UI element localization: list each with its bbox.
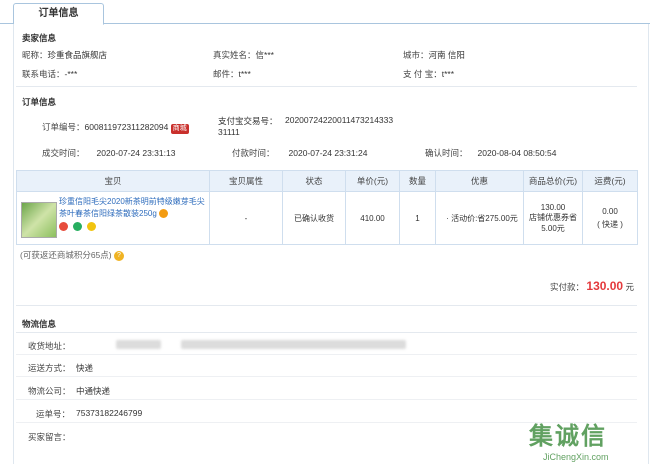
table-row: 珍重信阳毛尖2020新茶明前特级嫩芽毛尖茶叶春茶信阳绿茶散装250g - 已确认… — [16, 191, 638, 245]
points-note: (可获返还商城积分65点) ? — [20, 249, 124, 261]
created-time-value: 2020-07-24 23:31:13 — [96, 148, 176, 158]
actual-payment-unit: 元 — [625, 282, 634, 292]
quality-badge-icon — [59, 222, 68, 232]
shipping-method-row: 运送方式： 快递 — [16, 355, 637, 377]
watermark: 集诚信 JiChengXin.com — [525, 414, 647, 464]
courier-label: 物流公司： — [28, 386, 71, 396]
col-header-total: 商品总价(元) — [523, 170, 583, 192]
address-label: 收货地址： — [28, 341, 71, 351]
address-blur — [181, 340, 406, 349]
qty-cell: 1 — [399, 191, 436, 245]
buyer-message-label: 买家留言： — [28, 432, 71, 442]
shipping-method-value: 快递 — [76, 363, 94, 373]
tab-bar: 订单信息 — [0, 0, 650, 25]
goods-table-header: 宝贝 宝贝属性 状态 单价(元) 数量 优惠 商品总价(元) 运费(元) — [16, 170, 638, 192]
shipping-cell: 0.00 ( 快递 ) — [582, 191, 638, 245]
confirm-time-label: 确认时间： — [425, 148, 468, 158]
col-header-shipping: 运费(元) — [582, 170, 638, 192]
order-number: 订单编号：600811972311282094 商城 — [42, 121, 189, 134]
seller-phone-label: 联系电话： — [22, 69, 65, 79]
guarantee-badge-icon — [73, 222, 83, 232]
seller-alipay-label: 支 付 宝： — [403, 69, 442, 79]
col-header-promo: 优惠 — [435, 170, 524, 192]
seller-nick-label: 昵称： — [22, 50, 48, 60]
courier-row: 物流公司： 中通快递 — [16, 378, 637, 400]
watermark-brand: 集诚信 — [529, 423, 607, 450]
divider — [16, 86, 637, 87]
order-section-title: 订单信息 — [22, 97, 57, 107]
question-icon[interactable]: ? — [114, 250, 124, 261]
courier-value: 中通快递 — [76, 386, 111, 396]
paid-time-value: 2020-07-24 23:31:24 — [288, 148, 368, 158]
col-header-status: 状态 — [282, 170, 346, 192]
created-time: 成交时间： 2020-07-24 23:31:13 — [42, 147, 175, 159]
service-badge-icon — [159, 209, 169, 219]
alipay-trade-label: 支付宝交易号： — [218, 116, 278, 126]
seller-phone-value: -*** — [64, 69, 78, 79]
seller-section-title: 卖家信息 — [22, 33, 57, 43]
alipay-trade-number-line1: 20200724220011473214333 — [285, 115, 394, 125]
confirm-time-value: 2020-08-04 08:50:54 — [477, 148, 557, 158]
address-blur — [116, 340, 161, 349]
goods-cell: 珍重信阳毛尖2020新茶明前特级嫩芽毛尖茶叶春茶信阳绿茶散装250g — [16, 191, 210, 245]
actual-payment: 实付款： 130.00 元 — [550, 279, 634, 293]
order-number-label: 订单编号： — [42, 122, 85, 132]
product-title-link[interactable]: 珍重信阳毛尖2020新茶明前特级嫩芽毛尖茶叶春茶信阳绿茶散装250g — [59, 197, 205, 218]
order-number-value: 600811972311282094 — [84, 122, 169, 132]
total-cell: 130.00 店铺优惠券省 5.00元 — [523, 191, 583, 245]
attr-cell: - — [209, 191, 283, 245]
seller-email-label: 邮件： — [213, 69, 239, 79]
confirm-time: 确认时间： 2020-08-04 08:50:54 — [425, 147, 556, 159]
address-row: 收货地址： — [16, 333, 637, 355]
waybill-label: 运单号： — [36, 409, 71, 419]
paid-time-label: 付款时间： — [232, 148, 275, 158]
seller-alipay: 支 付 宝：t*** — [403, 68, 454, 80]
coupon-label: 店铺优惠券省 — [529, 212, 577, 222]
seller-city: 城市：河南 信阳 — [403, 49, 465, 61]
col-header-attr: 宝贝属性 — [209, 170, 283, 192]
logistics-section-title: 物流信息 — [22, 319, 57, 329]
goods-info: 珍重信阳毛尖2020新茶明前特级嫩芽毛尖茶叶春茶信阳绿茶散装250g — [59, 196, 207, 232]
points-note-text: (可获返还商城积分65点) — [20, 250, 112, 260]
tab-order-info[interactable]: 订单信息 — [13, 3, 104, 25]
seller-realname-label: 真实姓名： — [213, 50, 256, 60]
seller-phone: 联系电话：-*** — [22, 68, 77, 80]
col-header-qty: 数量 — [399, 170, 436, 192]
coupon-amount: 5.00元 — [541, 223, 565, 233]
alipay-trade-number-line2: 31111 — [218, 127, 240, 137]
shipping-method-label: 运送方式： — [28, 363, 71, 373]
seller-nick-value: 珍重食品旗舰店 — [47, 50, 108, 60]
seller-city-label: 城市： — [403, 50, 429, 60]
shipping-fee: 0.00 — [602, 206, 618, 216]
seller-email: 邮件：t*** — [213, 68, 251, 80]
col-header-item: 宝贝 — [16, 170, 210, 192]
seller-realname: 真实姓名：信*** — [213, 49, 274, 61]
paid-time: 付款时间： 2020-07-24 23:31:24 — [232, 147, 367, 159]
total-amount: 130.00 — [540, 202, 566, 212]
seller-alipay-value: t*** — [441, 69, 455, 79]
divider — [16, 305, 637, 306]
seller-nick: 昵称：珍重食品旗舰店 — [22, 49, 107, 61]
gift-badge-icon — [87, 222, 97, 232]
status-cell: 已确认收货 — [282, 191, 346, 245]
watermark-site: JiChengXin.com — [543, 452, 609, 462]
seller-email-value: t*** — [238, 69, 251, 79]
shipping-method: ( 快递 ) — [597, 219, 623, 229]
waybill-value: 75373182246799 — [76, 408, 143, 418]
created-time-label: 成交时间： — [42, 148, 85, 158]
actual-payment-amount: 130.00 — [586, 279, 624, 293]
col-header-price: 单价(元) — [345, 170, 400, 192]
price-cell: 410.00 — [345, 191, 400, 245]
seller-realname-value: 信*** — [255, 50, 274, 60]
product-badges — [59, 222, 207, 232]
mall-badge: 商城 — [170, 124, 189, 134]
goods-table: 宝贝 宝贝属性 状态 单价(元) 数量 优惠 商品总价(元) 运费(元) 珍重信… — [16, 170, 638, 245]
actual-payment-label: 实付款： — [550, 282, 585, 292]
product-thumbnail[interactable] — [21, 202, 57, 238]
promo-cell: · 活动价:省275.00元 — [435, 191, 524, 245]
seller-city-value: 河南 信阳 — [428, 50, 465, 60]
